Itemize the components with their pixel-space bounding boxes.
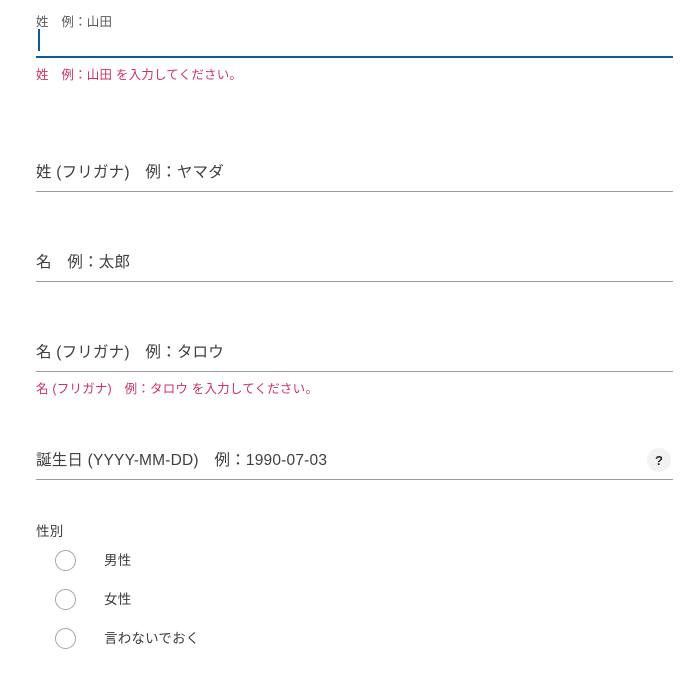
gender-group-label: 性別 [36, 524, 64, 539]
field-first-name-kana-underline [36, 371, 673, 372]
field-birthday-label: 誕生日 (YYYY-MM-DD) 例：1990-07-03 [36, 452, 328, 469]
field-birthday-control[interactable]: 誕生日 (YYYY-MM-DD) 例：1990-07-03 ? [36, 436, 673, 480]
field-first-name-underline [36, 281, 673, 282]
field-first-name: 名 例：太郎 [36, 238, 673, 282]
field-first-name-label: 名 例：太郎 [36, 254, 131, 271]
field-last-name-underline [36, 56, 673, 58]
radio-option-male-label: 男性 [104, 552, 132, 568]
field-first-name-kana-control[interactable]: 名 (フリガナ) 例：タロウ [36, 328, 673, 372]
field-first-name-control[interactable]: 名 例：太郎 [36, 238, 673, 282]
gender-radio-group: 性別 男性 女性 言わないでおく [36, 523, 673, 658]
radio-option-female[interactable]: 女性 [36, 580, 673, 619]
radio-option-male[interactable]: 男性 [36, 541, 673, 580]
question-mark-icon[interactable]: ? [647, 448, 671, 472]
field-first-name-kana-label: 名 (フリガナ) 例：タロウ [36, 344, 224, 361]
field-last-name-kana-label: 姓 (フリガナ) 例：ヤマダ [36, 164, 224, 181]
field-birthday: 誕生日 (YYYY-MM-DD) 例：1990-07-03 ? [36, 436, 673, 480]
text-caret [38, 29, 40, 51]
field-last-name-kana: 姓 (フリガナ) 例：ヤマダ [36, 148, 673, 192]
radio-option-undisclosed-label: 言わないでおく [104, 630, 200, 646]
field-birthday-underline [36, 479, 673, 480]
field-first-name-kana: 名 (フリガナ) 例：タロウ 名 (フリガナ) 例：タロウ を入力してください。 [36, 328, 673, 397]
field-last-name-error: 姓 例：山田 を入力してください。 [36, 68, 243, 82]
radio-circle-icon [55, 550, 76, 571]
radio-option-undisclosed[interactable]: 言わないでおく [36, 619, 673, 658]
field-last-name-kana-control[interactable]: 姓 (フリガナ) 例：ヤマダ [36, 148, 673, 192]
field-last-name: 姓 例：山田 姓 例：山田 を入力してください。 [36, 14, 673, 83]
field-first-name-kana-error: 名 (フリガナ) 例：タロウ を入力してください。 [36, 382, 319, 396]
registration-form: 姓 例：山田 姓 例：山田 を入力してください。 姓 (フリガナ) 例：ヤマダ … [0, 0, 684, 680]
radio-option-female-label: 女性 [104, 591, 132, 607]
field-last-name-control[interactable]: 姓 例：山田 [36, 14, 673, 58]
radio-circle-icon [55, 628, 76, 649]
field-last-name-label: 姓 例：山田 [36, 15, 113, 29]
field-last-name-kana-underline [36, 191, 673, 192]
radio-circle-icon [55, 589, 76, 610]
